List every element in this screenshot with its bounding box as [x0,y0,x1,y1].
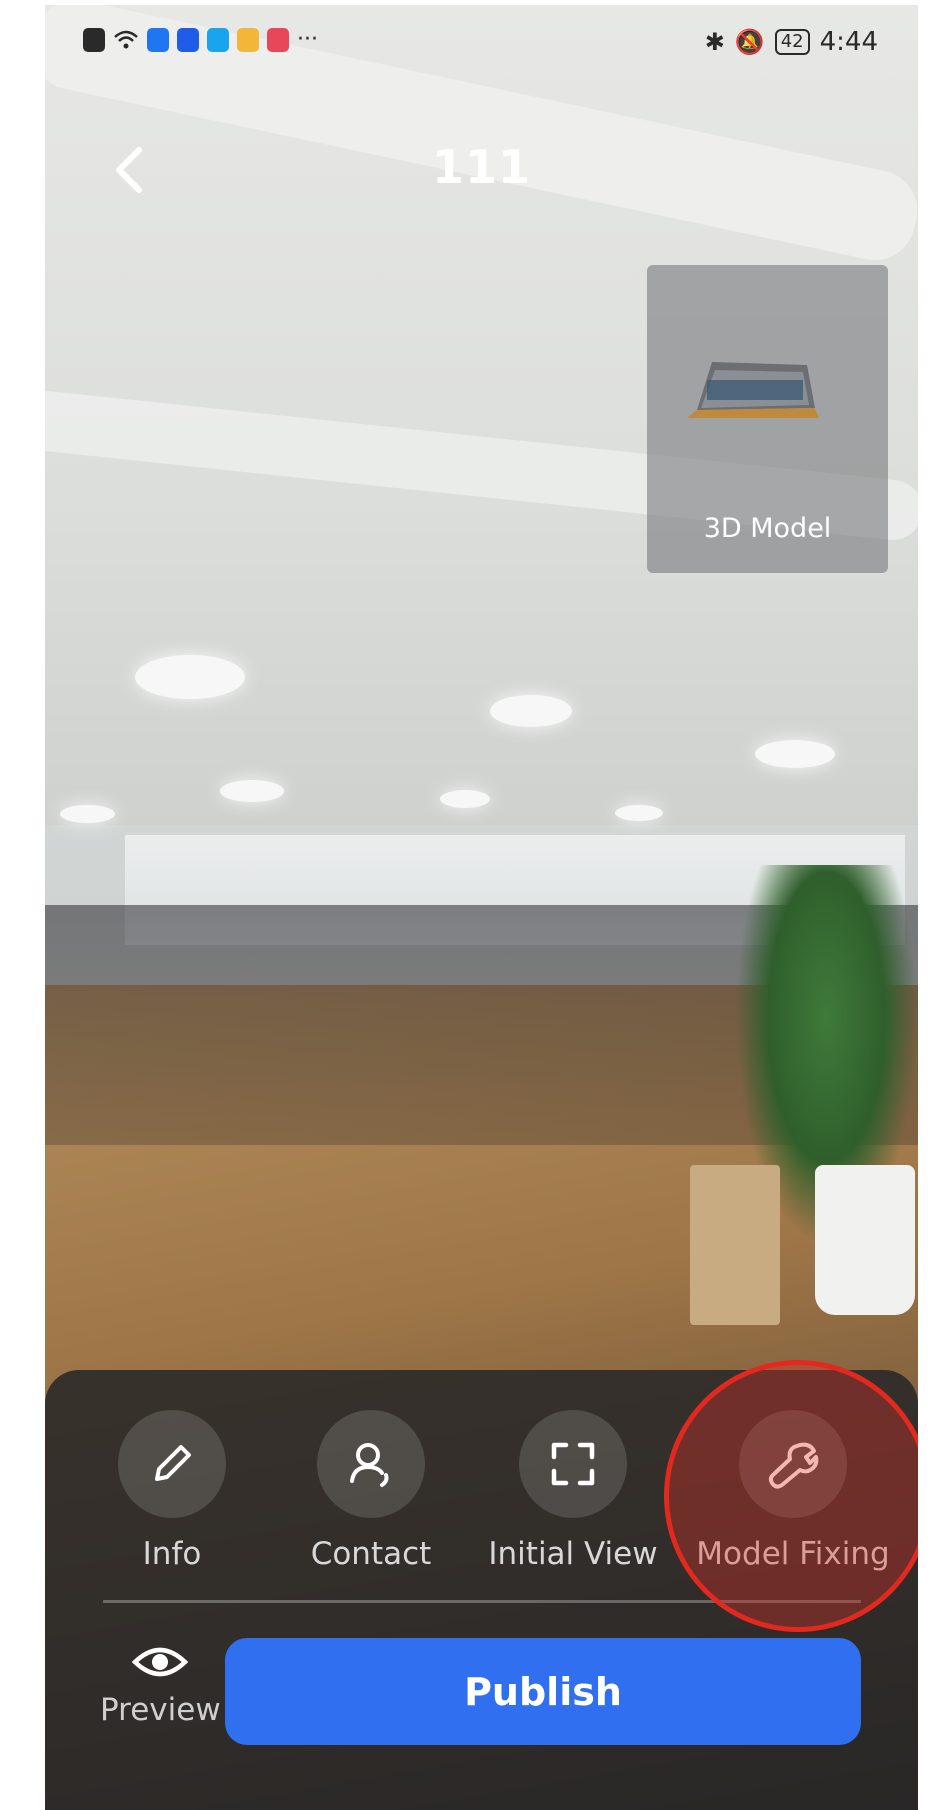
app-screen: ··· ✱ 🔕 42 4:44 111 3D Model Info Contac… [45,5,918,1810]
info-circle [118,1410,226,1518]
status-left: ··· [83,27,318,52]
initial-view-button[interactable]: Initial View [473,1410,673,1572]
initial-view-label: Initial View [488,1536,658,1572]
battery-indicator: 42 [774,29,810,55]
lamp [755,740,835,768]
contact-icon [350,1443,389,1487]
contact-button[interactable]: Contact [271,1410,471,1572]
notification-icon [83,27,105,52]
3d-model-thumbnail [687,350,819,420]
preview-label: Preview [100,1692,221,1728]
3d-model-card[interactable]: 3D Model [647,265,888,573]
contact-circle [317,1410,425,1518]
plant-pot [815,1165,915,1315]
lamp [440,790,490,808]
status-right: ✱ 🔕 42 4:44 [705,27,878,57]
mute-icon: 🔕 [734,28,765,56]
cardboard-box [690,1165,780,1325]
lamp [490,695,572,727]
bluetooth-icon: ✱ [704,28,725,56]
search-app-icon [207,27,229,52]
lamp [220,780,284,802]
pencil-icon [155,1445,191,1481]
lamp [135,655,245,699]
app-icon [237,27,259,52]
publish-button[interactable]: Publish [225,1638,861,1745]
highlight-circle [664,1360,918,1632]
clock: 4:44 [819,27,878,57]
lamp [60,805,115,823]
preview-button[interactable]: Preview [100,1642,221,1728]
wifi-icon [113,29,139,51]
more-icon: ··· [297,27,318,52]
page-title: 111 [431,140,532,194]
shield-app-icon [147,27,169,52]
book-app-icon [267,27,289,52]
bulb-app-icon [177,27,199,52]
eye-icon [131,1647,189,1677]
info-label: Info [142,1536,202,1572]
contact-label: Contact [310,1536,432,1572]
lamp [615,805,663,821]
initial-view-circle [519,1410,627,1518]
status-bar: ··· ✱ 🔕 42 4:44 [45,5,918,75]
frame-icon [551,1442,595,1486]
info-button[interactable]: Info [72,1410,272,1572]
3d-model-label: 3D Model [703,513,832,544]
